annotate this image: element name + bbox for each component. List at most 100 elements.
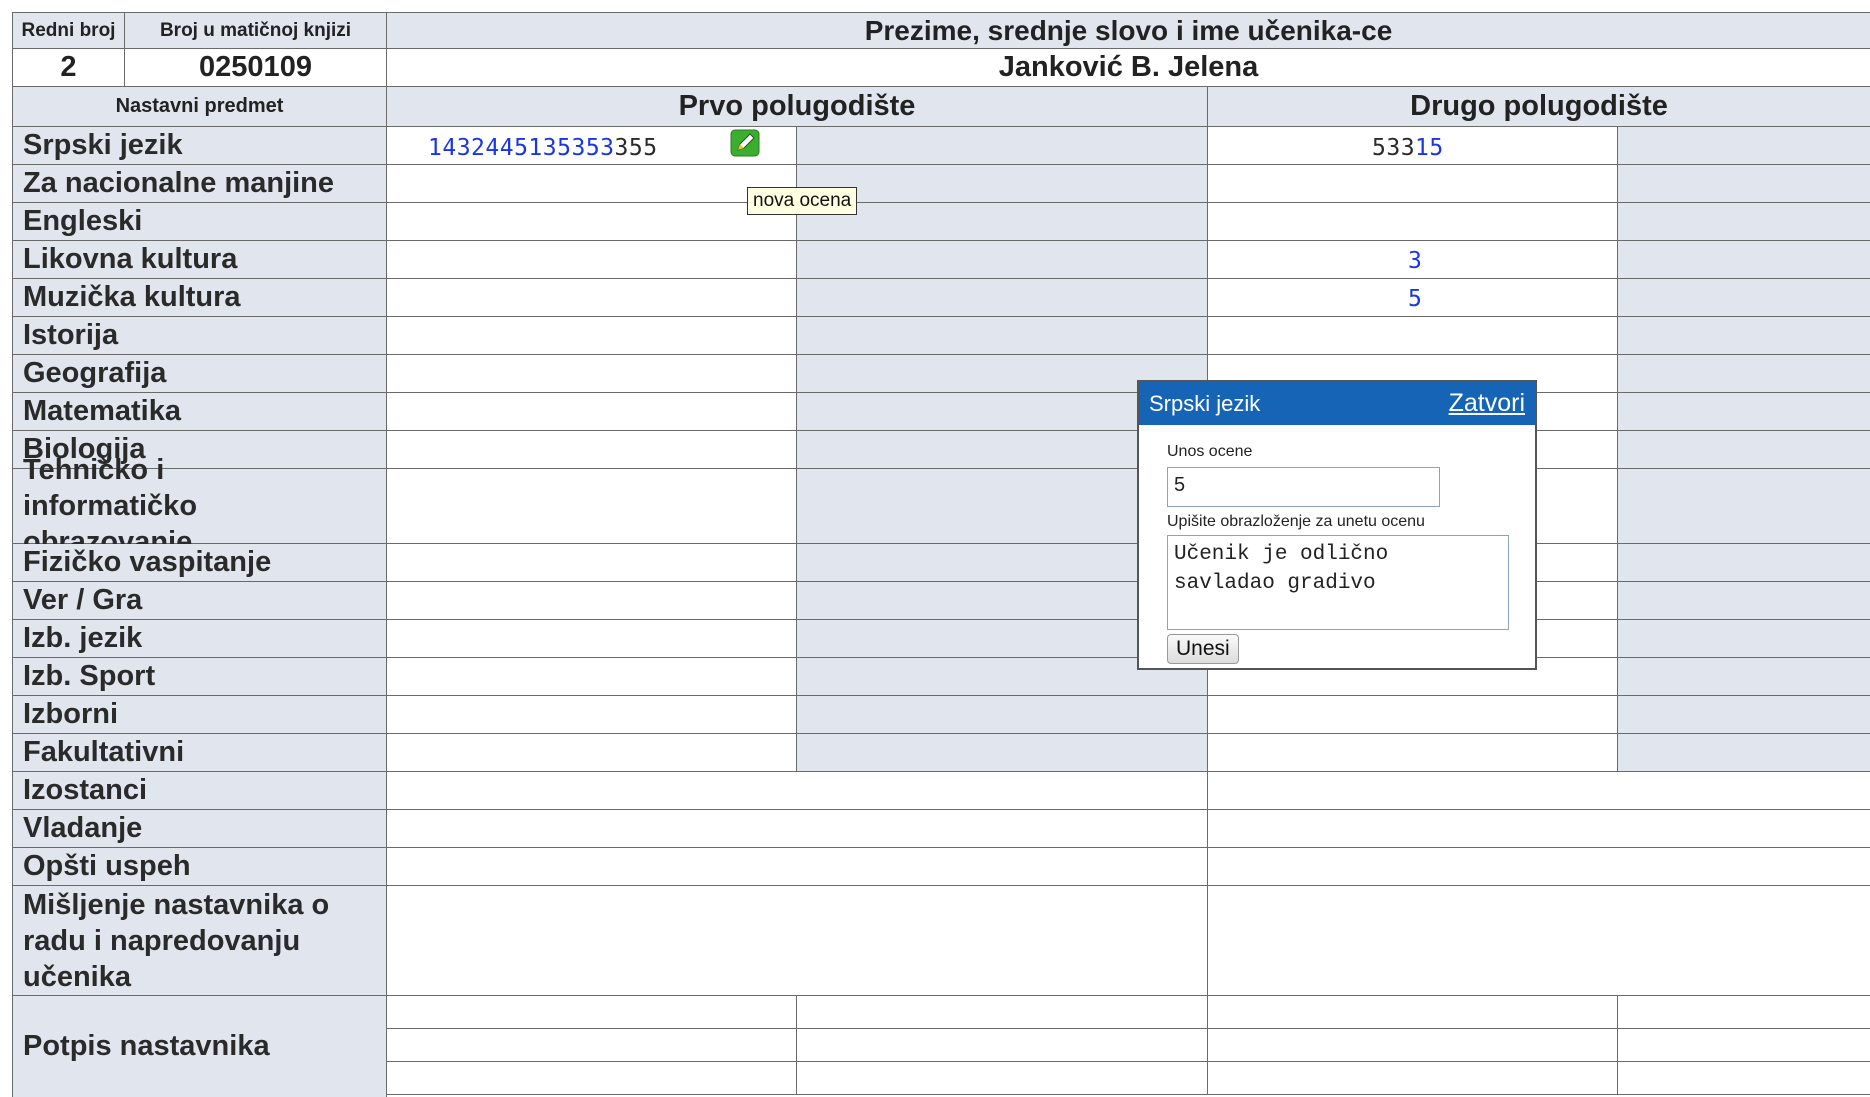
prvo-ocene-cell[interactable] xyxy=(387,241,797,279)
summary-drugo-cell[interactable] xyxy=(1208,848,1870,886)
prvo-ocene-cell[interactable] xyxy=(387,469,797,544)
summary-prvo-cell[interactable] xyxy=(387,810,1208,848)
prvo-ocene-cell[interactable] xyxy=(387,355,797,393)
summary-prvo-cell[interactable] xyxy=(387,848,1208,886)
col-ime-header: Prezime, srednje slovo i ime učenika-ce xyxy=(387,12,1870,49)
likovna-drugo-grade[interactable]: 3 xyxy=(1408,248,1422,274)
drugo-zakljucna-cell[interactable] xyxy=(1618,696,1870,734)
drugo-ocene-cell[interactable] xyxy=(1208,203,1618,241)
potpis-cell[interactable] xyxy=(1208,1029,1618,1062)
prvo-ocene-cell[interactable] xyxy=(387,393,797,431)
subject-label: Matematika xyxy=(12,393,387,431)
prvo-ocene-cell[interactable] xyxy=(387,431,797,469)
subject-label: Engleski xyxy=(12,203,387,241)
summary-prvo-cell[interactable] xyxy=(387,772,1208,810)
edit-pencil-icon[interactable] xyxy=(730,129,760,157)
prvo-ocene-cell[interactable] xyxy=(387,658,797,696)
summary-prvo-cell[interactable] xyxy=(387,886,1208,996)
drugo-zakljucna-cell[interactable] xyxy=(1618,393,1870,431)
summary-label-izostanci: Izostanci xyxy=(12,772,387,810)
drugo-zakljucna-cell[interactable] xyxy=(1618,279,1870,317)
drugo-zakljucna-cell[interactable] xyxy=(1618,620,1870,658)
grade-list-blue[interactable]: 15 xyxy=(1415,135,1444,161)
prvo-ocene-cell[interactable] xyxy=(387,582,797,620)
summary-label-opsti-uspeh: Opšti uspeh xyxy=(12,848,387,886)
nastavni-predmet-header: Nastavni predmet xyxy=(12,87,387,127)
potpis-cell[interactable] xyxy=(1618,1029,1870,1062)
prvo-ocene-cell[interactable] xyxy=(387,696,797,734)
srpski-prvo-grades[interactable]: 1432445135353355 xyxy=(428,135,658,161)
subject-label: Muzička kultura xyxy=(12,279,387,317)
prvo-zakljucna-cell[interactable] xyxy=(797,696,1208,734)
grade-label: Unos ocene xyxy=(1167,443,1253,460)
muzicka-drugo-grade[interactable]: 5 xyxy=(1408,286,1422,312)
drugo-zakljucna-cell[interactable] xyxy=(1618,165,1870,203)
subject-label: Tehničko i informatičko obrazovanje xyxy=(12,454,387,558)
prvo-zakljucna-cell[interactable] xyxy=(797,279,1208,317)
drugo-zakljucna-cell[interactable] xyxy=(1618,317,1870,355)
subject-label: Za nacionalne manjine xyxy=(12,165,387,203)
prvo-ocene-cell[interactable] xyxy=(387,203,797,241)
prvo-zakljucna-cell[interactable] xyxy=(797,127,1208,165)
prvo-zakljucna-cell[interactable] xyxy=(797,241,1208,279)
dialog-title-bar: Srpski jezik Zatvori xyxy=(1139,382,1535,425)
grade-list-dark[interactable]: 355 xyxy=(615,135,658,161)
drugo-zakljucna-cell[interactable] xyxy=(1618,431,1870,469)
drugo-zakljucna-cell[interactable] xyxy=(1618,582,1870,620)
prvo-polugodiste-header: Prvo polugodište xyxy=(387,87,1208,127)
potpis-label: Potpis nastavnika xyxy=(12,996,387,1097)
dialog-title: Srpski jezik xyxy=(1149,390,1261,416)
prvo-zakljucna-cell[interactable] xyxy=(797,734,1208,772)
reason-label: Upišite obrazloženje za unetu ocenu xyxy=(1167,513,1425,530)
drugo-zakljucna-cell[interactable] xyxy=(1618,469,1870,544)
grade-list-blue[interactable]: 1432445135353 xyxy=(428,135,615,161)
drugo-zakljucna-cell[interactable] xyxy=(1618,355,1870,393)
prvo-ocene-cell[interactable] xyxy=(387,544,797,582)
potpis-cell[interactable] xyxy=(797,1062,1208,1095)
potpis-cell[interactable] xyxy=(1208,1062,1618,1095)
subject-label: Geografija xyxy=(12,355,387,393)
subject-label: Izb. Sport xyxy=(12,658,387,696)
drugo-zakljucna-cell[interactable] xyxy=(1618,734,1870,772)
drugo-ocene-cell[interactable] xyxy=(1208,734,1618,772)
drugo-zakljucna-cell[interactable] xyxy=(1618,544,1870,582)
prvo-zakljucna-cell[interactable] xyxy=(797,165,1208,203)
potpis-cell[interactable] xyxy=(797,1029,1208,1062)
grade-entry-dialog: Srpski jezik Zatvori Unos ocene 5 Upišit… xyxy=(1137,380,1537,670)
summary-drugo-cell[interactable] xyxy=(1208,772,1870,810)
prvo-ocene-cell[interactable] xyxy=(387,165,797,203)
prvo-ocene-cell[interactable] xyxy=(387,620,797,658)
summary-drugo-cell[interactable] xyxy=(1208,810,1870,848)
drugo-ocene-cell[interactable] xyxy=(1208,165,1618,203)
prvo-ocene-cell[interactable] xyxy=(387,279,797,317)
drugo-polugodiste-header: Drugo polugodište xyxy=(1208,87,1870,127)
drugo-zakljucna-cell[interactable] xyxy=(1618,127,1870,165)
potpis-cell[interactable] xyxy=(387,996,797,1029)
drugo-zakljucna-cell[interactable] xyxy=(1618,241,1870,279)
potpis-cell[interactable] xyxy=(1618,1062,1870,1095)
prvo-ocene-cell[interactable] xyxy=(387,734,797,772)
summary-drugo-cell[interactable] xyxy=(1208,886,1870,996)
close-link[interactable]: Zatvori xyxy=(1449,389,1525,418)
grade-list-dark[interactable]: 533 xyxy=(1372,135,1415,161)
srpski-drugo-grades[interactable]: 53315 xyxy=(1372,135,1444,161)
submit-button[interactable]: Unesi xyxy=(1167,634,1239,664)
potpis-cell[interactable] xyxy=(387,1029,797,1062)
grade-input[interactable]: 5 xyxy=(1167,467,1440,507)
prvo-ocene-cell[interactable] xyxy=(387,317,797,355)
drugo-ocene-cell[interactable] xyxy=(1208,317,1618,355)
drugo-zakljucna-cell[interactable] xyxy=(1618,658,1870,696)
prvo-zakljucna-cell[interactable] xyxy=(797,203,1208,241)
reason-textarea[interactable]: Učenik je odlično savladao gradivo xyxy=(1167,535,1509,630)
potpis-cell[interactable] xyxy=(387,1062,797,1095)
potpis-cell[interactable] xyxy=(797,996,1208,1029)
subject-label: Izb. jezik xyxy=(12,620,387,658)
potpis-cell[interactable] xyxy=(1208,996,1618,1029)
col-redni-header: Redni broj xyxy=(12,12,125,49)
drugo-ocene-cell[interactable] xyxy=(1208,696,1618,734)
col-broj-header: Broj u matičnoj knjizi xyxy=(125,12,387,49)
summary-label-vladanje: Vladanje xyxy=(12,810,387,848)
potpis-cell[interactable] xyxy=(1618,996,1870,1029)
drugo-zakljucna-cell[interactable] xyxy=(1618,203,1870,241)
prvo-zakljucna-cell[interactable] xyxy=(797,317,1208,355)
